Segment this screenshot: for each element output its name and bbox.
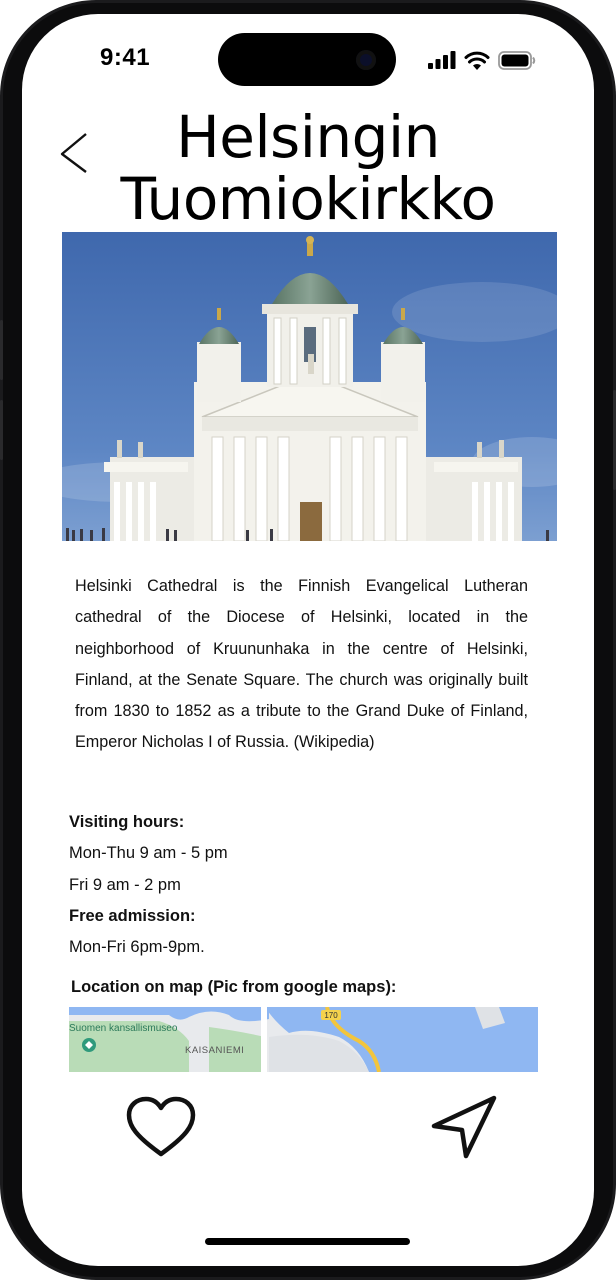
admission-hours: Mon-Fri 6pm-9pm. [69, 938, 205, 957]
visiting-hours-heading: Visiting hours: [69, 813, 185, 831]
hours-weekday: Mon-Thu 9 am - 5 pm [69, 844, 228, 863]
navigate-button[interactable] [430, 1092, 498, 1160]
heart-icon [126, 1096, 196, 1157]
side-button [0, 400, 3, 460]
description-text: Helsinki Cathedral is the Finnish Evange… [75, 577, 528, 752]
camera-icon [356, 50, 376, 70]
road-label: 170 [324, 1011, 338, 1020]
location-heading: Location on map (Pic from google maps): [71, 978, 397, 996]
cathedral-photo [62, 232, 557, 541]
hours-friday: Fri 9 am - 2 pm [69, 875, 181, 894]
side-button [0, 320, 3, 380]
map-district-label: KAISANIEMI [185, 1045, 244, 1056]
visiting-info: Visiting hours: Mon-Thu 9 am - 5 pm Fri … [69, 807, 539, 963]
battery-icon [498, 50, 536, 70]
navigation-arrow-icon [431, 1095, 497, 1159]
cellular-signal-icon [428, 51, 456, 69]
admission-heading: Free admission: [69, 906, 196, 925]
map-museum-label: Suomen kansallismuseo [69, 1023, 178, 1034]
status-time: 9:41 [100, 44, 151, 71]
page-title: Helsingin Tuomiokirkko [120, 103, 496, 233]
screen: 9:41 Helsingin Tuomiokirkko Helsinki Cat… [22, 14, 594, 1266]
favorite-button[interactable] [126, 1096, 196, 1160]
home-indicator[interactable] [205, 1238, 410, 1245]
dynamic-island [218, 33, 396, 86]
back-button[interactable] [58, 130, 98, 180]
location-map[interactable]: 170 Suomen kansallismuseo KAISANIEMI [69, 1007, 538, 1072]
wifi-icon [464, 51, 490, 70]
chevron-left-icon [60, 133, 87, 173]
status-icons [428, 50, 536, 70]
